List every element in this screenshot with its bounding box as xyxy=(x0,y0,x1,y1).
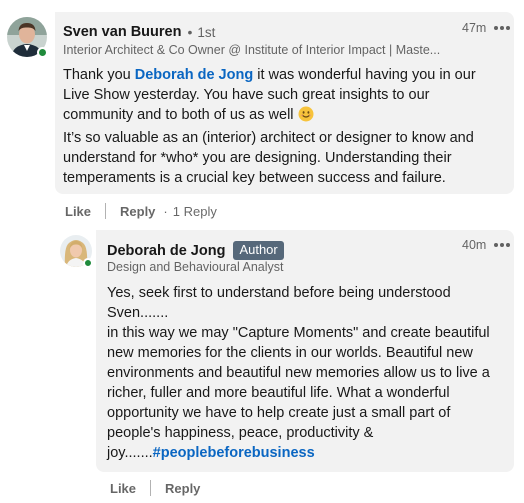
reply-author-name[interactable]: Deborah de Jong xyxy=(107,243,225,259)
reply-paragraph-1: Yes, seek first to understand before bei… xyxy=(107,285,451,321)
like-button[interactable]: Like xyxy=(65,204,91,219)
comment-text-part: Thank you xyxy=(63,67,135,83)
reply-author-row: Deborah de Jong Author xyxy=(107,241,284,260)
comment-actions: Like Reply · 1 Reply xyxy=(65,203,217,219)
deborah-online-indicator xyxy=(83,258,93,268)
reply-button[interactable]: Reply xyxy=(120,204,155,219)
reply-meta: 40m xyxy=(462,238,511,252)
sven-online-indicator xyxy=(37,47,48,58)
degree-separator: • xyxy=(187,24,193,40)
smiling-face-emoji-icon xyxy=(298,106,314,128)
comment-author-headline: Interior Architect & Co Owner @ Institut… xyxy=(63,43,441,57)
reply-author-headline: Design and Behavioural Analyst xyxy=(107,260,284,274)
comment-author-row: Sven van Buuren • 1st xyxy=(63,24,215,40)
hashtag-link[interactable]: #peoplebeforebusiness xyxy=(153,445,315,461)
reply-text: Yes, seek first to understand before bei… xyxy=(107,283,499,463)
reply-paragraph-2: in this way we may "Capture Moments" and… xyxy=(107,323,499,463)
mention-link[interactable]: Deborah de Jong xyxy=(135,67,253,83)
author-badge: Author xyxy=(233,241,284,260)
reply-more-options-icon[interactable] xyxy=(494,241,511,249)
reply-timestamp: 40m xyxy=(462,238,487,252)
actions-divider xyxy=(105,203,107,219)
comment-more-options-icon[interactable] xyxy=(494,24,511,32)
comment-paragraph-1: Thank you Deborah de Jong it was wonderf… xyxy=(63,65,483,128)
connection-degree: 1st xyxy=(197,24,216,40)
comment-text: Thank you Deborah de Jong it was wonderf… xyxy=(63,65,483,188)
reply-text-part: in this way we may "Capture Moments" and… xyxy=(107,325,490,461)
reply-actions-divider xyxy=(150,480,152,496)
comment-author-name[interactable]: Sven van Buuren xyxy=(63,24,181,40)
replies-count-link[interactable]: 1 Reply xyxy=(173,204,217,219)
comment-paragraph-2: It’s so valuable as an (interior) archit… xyxy=(63,130,474,186)
comment-meta: 47m xyxy=(462,21,511,35)
reply-like-button[interactable]: Like xyxy=(110,481,136,496)
reply-reply-button[interactable]: Reply xyxy=(165,481,200,496)
reply-actions: Like Reply xyxy=(110,480,200,496)
comment-timestamp: 47m xyxy=(462,21,487,35)
actions-dot-separator: · xyxy=(163,203,168,219)
